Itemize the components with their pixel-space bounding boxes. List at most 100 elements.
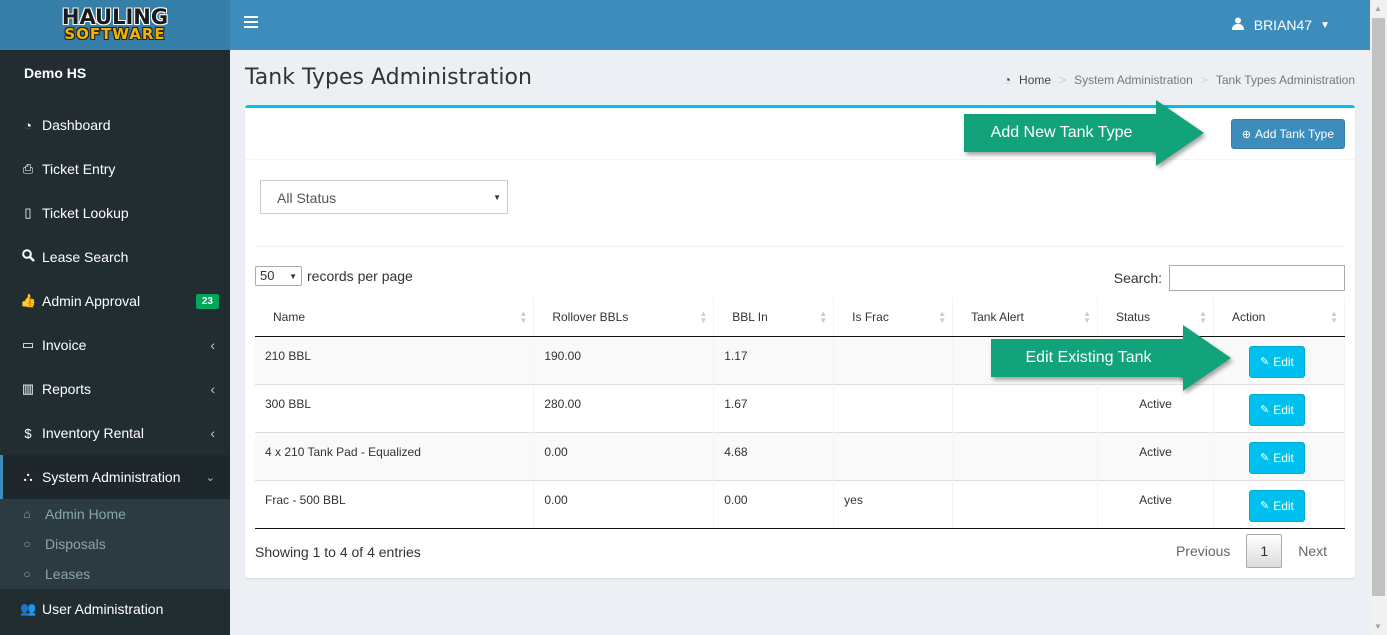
records-per-page-value: 50 <box>260 268 275 283</box>
edit-button[interactable]: ✎ Edit <box>1248 441 1305 474</box>
sidebar-subitem-admin-home[interactable]: ⌂ Admin Home <box>0 499 230 529</box>
user-icon <box>1231 17 1244 33</box>
column-header-is-frac[interactable]: Is Frac ▲ ▼ <box>833 298 954 337</box>
sidebar-item-lease-search[interactable]: Lease Search <box>0 235 230 279</box>
sidebar-item-user-administration[interactable]: 👥 User Administration <box>0 589 230 629</box>
scroll-down-icon[interactable]: ▼ <box>1374 622 1382 631</box>
breadcrumb-system-administration[interactable]: System Administration <box>1074 73 1193 87</box>
edit-tank-callout: Edit Existing Tank <box>991 325 1241 391</box>
plus-circle-icon: ⊕ <box>1241 128 1252 141</box>
next-page-button[interactable]: Next <box>1282 535 1343 567</box>
edit-label: Edit <box>1273 498 1294 513</box>
breadcrumb-separator: > <box>1200 73 1208 87</box>
divider <box>255 246 1345 247</box>
cell-tank-alert <box>952 431 1099 480</box>
sidebar-item-invoice[interactable]: ▭ Invoice ‹ <box>0 323 230 367</box>
scrollbar-thumb[interactable] <box>1372 18 1385 596</box>
sidebar-subitem-label: Disposals <box>45 536 106 552</box>
column-header-label: BBL In <box>732 309 768 324</box>
breadcrumb-separator: > <box>1059 73 1067 87</box>
column-header-label: Action <box>1231 309 1266 324</box>
credit-card-icon: ▭ <box>21 337 35 352</box>
bar-chart-icon: ▥ <box>21 381 35 396</box>
dashboard-icon: ◔ <box>24 117 32 133</box>
edit-button[interactable]: ✎ Edit <box>1248 345 1305 378</box>
cell-tank-alert <box>952 479 1099 529</box>
sidebar-item-label: Ticket Lookup <box>42 205 129 221</box>
circle-icon: ○ <box>23 567 31 581</box>
cell-rollover: 190.00 <box>533 335 715 384</box>
search-input[interactable] <box>1169 265 1345 291</box>
callout-label: Add New Tank Type <box>964 114 1159 152</box>
sidebar-item-label: Dashboard <box>42 117 111 133</box>
cell-tank-alert <box>952 383 1099 432</box>
cell-is-frac <box>833 383 954 432</box>
column-header-name[interactable]: Name ▲ ▼ <box>255 298 535 337</box>
dashboard-icon: ◔ <box>1003 73 1012 87</box>
edit-label: Edit <box>1273 402 1294 417</box>
sort-icon: ▲ ▼ <box>938 309 947 325</box>
sidebar-subitem-leases[interactable]: ○ Leases <box>0 559 230 589</box>
records-per-page-select[interactable]: 50 ▼ <box>255 266 302 286</box>
file-icon: ▯ <box>24 205 32 220</box>
page-scrollbar[interactable]: ▲ ▼ <box>1370 0 1387 635</box>
cell-name: 300 BBL <box>255 383 535 432</box>
sort-icon: ▲ ▼ <box>1083 309 1092 325</box>
sidebar-item-reports[interactable]: ▥ Reports ‹ <box>0 367 230 411</box>
sidebar-item-inventory-rental[interactable]: $ Inventory Rental ‹ <box>0 411 230 455</box>
edit-button[interactable]: ✎ Edit <box>1248 489 1305 522</box>
chevron-down-icon: ⌄ <box>205 471 215 484</box>
edit-icon: ✎ <box>1259 452 1270 464</box>
cell-status: Active <box>1097 431 1214 480</box>
sidebar-item-label: User Administration <box>42 601 164 617</box>
logo[interactable]: HAULING SOFTWARE <box>0 0 230 50</box>
sidebar-item-dashboard[interactable]: ◔ Dashboard <box>0 103 230 147</box>
sort-icon: ▲ ▼ <box>699 309 708 325</box>
scroll-up-icon[interactable]: ▲ <box>1374 4 1382 13</box>
sidebar-subitem-disposals[interactable]: ○ Disposals <box>0 529 230 559</box>
status-filter-value: All Status <box>277 190 337 206</box>
sidebar-item-label: Inventory Rental <box>42 425 144 441</box>
column-header-label: Status <box>1116 309 1151 324</box>
callout-label: Edit Existing Tank <box>991 339 1186 377</box>
sidebar-item-label: Admin Approval <box>42 293 141 309</box>
search-label: Search: <box>1113 270 1162 286</box>
menu-toggle-icon[interactable] <box>244 16 258 31</box>
column-header-rollover[interactable]: Rollover BBLs ▲ ▼ <box>533 298 715 337</box>
cell-name: 4 x 210 Tank Pad - Equalized <box>255 431 535 480</box>
table-search: Search: <box>1114 265 1345 291</box>
users-icon: 👥 <box>20 601 37 616</box>
cell-bbl-in: 1.17 <box>713 335 835 384</box>
sidebar-item-label: Invoice <box>42 337 87 353</box>
sort-icon: ▲ ▼ <box>1330 309 1338 325</box>
sidebar-item-ticket-lookup[interactable]: ▯ Ticket Lookup <box>0 191 230 235</box>
sidebar-item-admin-approval[interactable]: 👍 Admin Approval 23 <box>0 279 230 323</box>
sidebar-item-system-administration[interactable]: ⛬ System Administration ⌄ <box>0 455 230 499</box>
cell-name: Frac - 500 BBL <box>255 479 535 529</box>
add-tank-type-label: Add Tank Type <box>1255 127 1334 141</box>
dropdown-arrow-icon: ▼ <box>493 193 501 202</box>
cell-rollover: 280.00 <box>533 383 715 432</box>
breadcrumb-home[interactable]: Home <box>1019 73 1051 87</box>
breadcrumb: ◔ Home > System Administration > Tank Ty… <box>1004 73 1355 87</box>
status-filter-select[interactable]: All Status ▼ <box>260 180 508 214</box>
previous-page-button[interactable]: Previous <box>1160 535 1246 567</box>
add-tank-type-button[interactable]: ⊕ Add Tank Type <box>1230 119 1345 149</box>
print-icon: ⎙ <box>22 161 34 176</box>
sidebar-item-ticket-entry[interactable]: ⎙ Ticket Entry <box>0 147 230 191</box>
cell-bbl-in: 0.00 <box>713 479 835 529</box>
edit-button[interactable]: ✎ Edit <box>1248 393 1305 426</box>
callout-arrow-icon <box>1179 325 1231 391</box>
caret-down-icon: ▼ <box>1320 19 1330 31</box>
column-header-tank-alert[interactable]: Tank Alert ▲ ▼ <box>952 298 1099 337</box>
logo-text-line2: SOFTWARE <box>64 25 166 43</box>
chevron-left-icon: ‹ <box>210 425 215 441</box>
user-menu[interactable]: BRIAN47 ▼ <box>1231 17 1330 33</box>
cell-is-frac <box>833 335 954 384</box>
home-icon: ⌂ <box>23 507 31 521</box>
column-header-bbl-in[interactable]: BBL In ▲ ▼ <box>713 298 835 337</box>
system-administration-submenu: ⌂ Admin Home ○ Disposals ○ Leases <box>0 499 230 589</box>
edit-icon: ✎ <box>1259 500 1270 512</box>
page-1-button[interactable]: 1 <box>1246 534 1283 568</box>
edit-label: Edit <box>1273 354 1294 369</box>
